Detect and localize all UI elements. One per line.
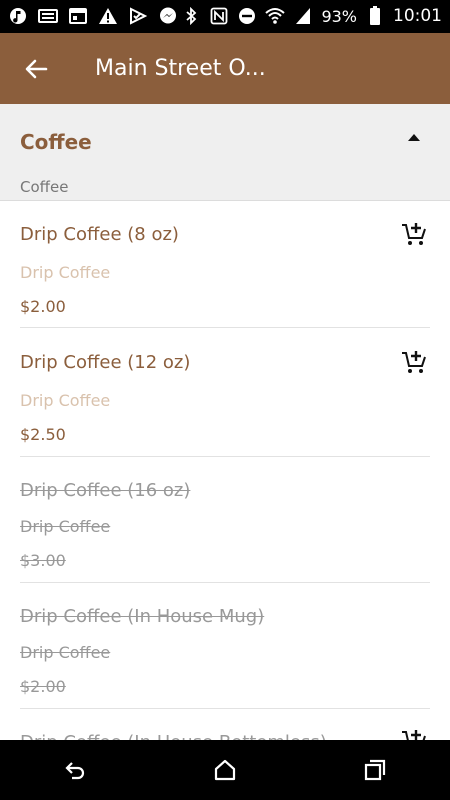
item-description: Drip Coffee (20, 517, 111, 536)
item-price: $3.00 (20, 551, 66, 570)
item-description: Drip Coffee (20, 643, 111, 662)
menu-item-unavailable: Drip Coffee (16 oz) Drip Coffee $3.00 (0, 457, 450, 582)
battery-percent: 93% (321, 6, 357, 26)
collapse-caret-icon[interactable] (408, 134, 420, 141)
item-name: Drip Coffee (In House Bottomless) (20, 732, 327, 740)
page-title: Main Street O... (95, 56, 266, 81)
bluetooth-icon (181, 6, 201, 26)
signal-icon (293, 6, 313, 26)
item-price: $2.00 (20, 677, 66, 696)
menu-item-unavailable: Drip Coffee (In House Bottomless) (0, 709, 450, 740)
menu-item-unavailable: Drip Coffee (In House Mug) Drip Coffee $… (0, 583, 450, 708)
item-description: Drip Coffee (20, 263, 111, 282)
keyboard-icon (38, 6, 58, 26)
add-to-cart-icon[interactable] (400, 348, 428, 376)
category-subtitle: Coffee (20, 178, 69, 196)
item-name: Drip Coffee (In House Mug) (20, 606, 265, 627)
item-price: $2.00 (20, 297, 66, 316)
add-to-cart-icon[interactable] (400, 220, 428, 248)
messenger-icon (158, 6, 178, 26)
menu-item[interactable]: Drip Coffee (8 oz) Drip Coffee $2.00 (0, 200, 450, 328)
wifi-icon (265, 6, 286, 26)
app-bar: Main Street O... (0, 33, 450, 104)
add-to-cart-icon[interactable] (400, 727, 428, 740)
music-app-icon (8, 6, 28, 26)
menu-item[interactable]: Drip Coffee (12 oz) Drip Coffee $2.50 (0, 328, 450, 456)
system-nav-bar (0, 740, 450, 800)
nfc-icon (209, 6, 229, 26)
item-price: $2.50 (20, 425, 66, 444)
status-bar: 93% 10:01 (0, 0, 450, 33)
battery-icon (365, 6, 385, 26)
category-header[interactable]: Coffee Coffee (0, 104, 450, 201)
calendar-icon (68, 6, 88, 26)
nav-recents-icon[interactable] (355, 750, 395, 790)
item-name: Drip Coffee (12 oz) (20, 352, 191, 373)
item-name: Drip Coffee (16 oz) (20, 480, 191, 501)
nav-back-icon[interactable] (55, 750, 95, 790)
clock: 10:01 (393, 6, 442, 26)
warning-icon (98, 6, 118, 26)
system-icons: 93% 10:01 (181, 6, 442, 26)
item-description: Drip Coffee (20, 391, 111, 410)
tasks-icon (128, 6, 148, 26)
item-name: Drip Coffee (8 oz) (20, 224, 179, 245)
category-title: Coffee (20, 130, 92, 154)
do-not-disturb-icon (237, 6, 257, 26)
notification-icons (8, 6, 178, 26)
nav-home-icon[interactable] (205, 750, 245, 790)
back-arrow-icon[interactable] (22, 55, 50, 83)
